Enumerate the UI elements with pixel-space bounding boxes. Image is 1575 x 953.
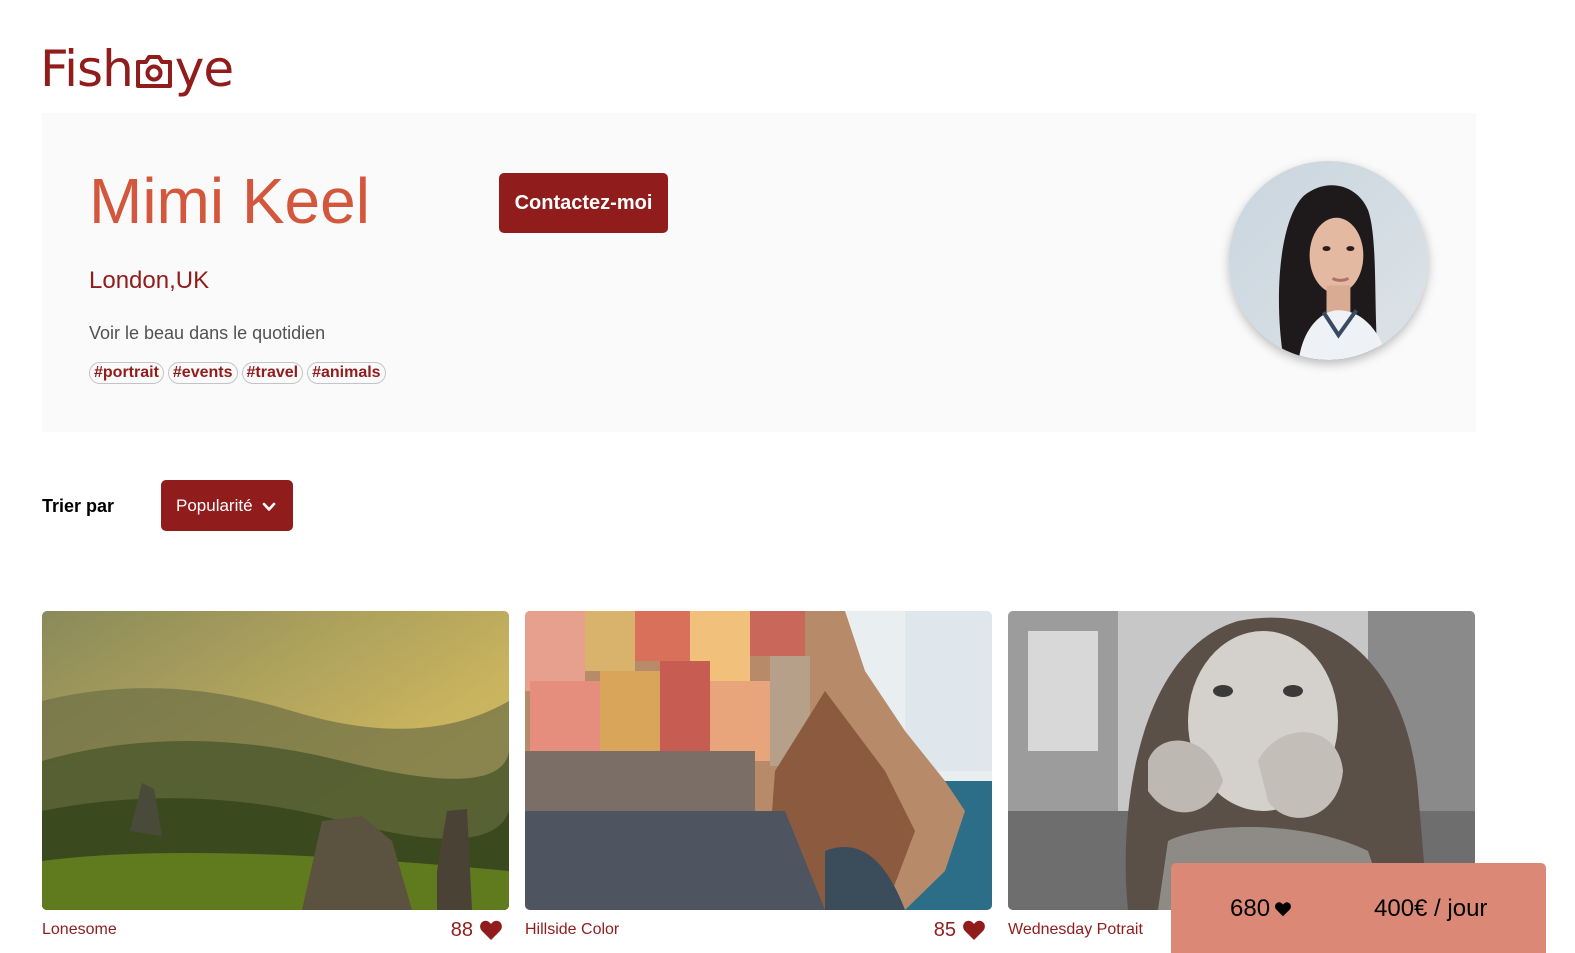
tag-portrait[interactable]: #portrait [89, 362, 164, 384]
total-likes: 680 [1230, 895, 1292, 923]
photographer-location: London,UK [89, 267, 210, 294]
like-button[interactable]: 85 [934, 919, 992, 942]
photographer-avatar [1229, 161, 1428, 360]
photographer-header: Mimi Keel Contactez-moi London,UK Voir l… [42, 113, 1476, 432]
media-image-lonesome[interactable] [42, 611, 509, 910]
tag-travel[interactable]: #travel [241, 362, 304, 384]
photographer-tagline: Voir le beau dans le quotidien [89, 323, 326, 343]
media-title: Lonesome [42, 921, 117, 938]
media-title: Wednesday Potrait [1008, 921, 1143, 938]
sort-selected-value: Popularité [176, 495, 253, 515]
photographer-stats: 680 400€ / jour [1171, 863, 1546, 953]
like-count: 88 [450, 918, 473, 941]
contact-button[interactable]: Contactez-moi [499, 173, 668, 233]
media-meta: Lonesome 88 [42, 910, 509, 950]
heart-icon [480, 920, 502, 940]
photographer-name: Mimi Keel [89, 165, 370, 237]
total-likes-count: 680 [1230, 895, 1271, 922]
like-button[interactable]: 88 [451, 919, 509, 942]
tag-list: #portrait #events #travel #animals [89, 362, 386, 384]
heart-icon [1275, 902, 1291, 917]
media-title: Hillside Color [525, 921, 620, 938]
sort-label: Trier par [42, 496, 115, 516]
media-card: Hillside Color 85 [525, 611, 992, 950]
tag-events[interactable]: #events [167, 362, 238, 384]
daily-price: 400€ / jour [1374, 895, 1488, 922]
heart-icon [963, 920, 985, 940]
like-count: 85 [933, 918, 956, 941]
sort-dropdown[interactable]: Popularité [161, 480, 293, 531]
media-card: Lonesome 88 [42, 611, 509, 950]
logo-text-start: Fish [40, 40, 134, 98]
camera-icon [134, 52, 174, 90]
chevron-down-icon [262, 499, 276, 513]
tag-animals[interactable]: #animals [307, 362, 386, 384]
media-meta: Hillside Color 85 [525, 910, 992, 950]
fisheye-logo[interactable]: Fish ye [40, 34, 234, 98]
media-image-hillside-color[interactable] [525, 611, 992, 910]
logo-text-end: ye [174, 40, 234, 98]
